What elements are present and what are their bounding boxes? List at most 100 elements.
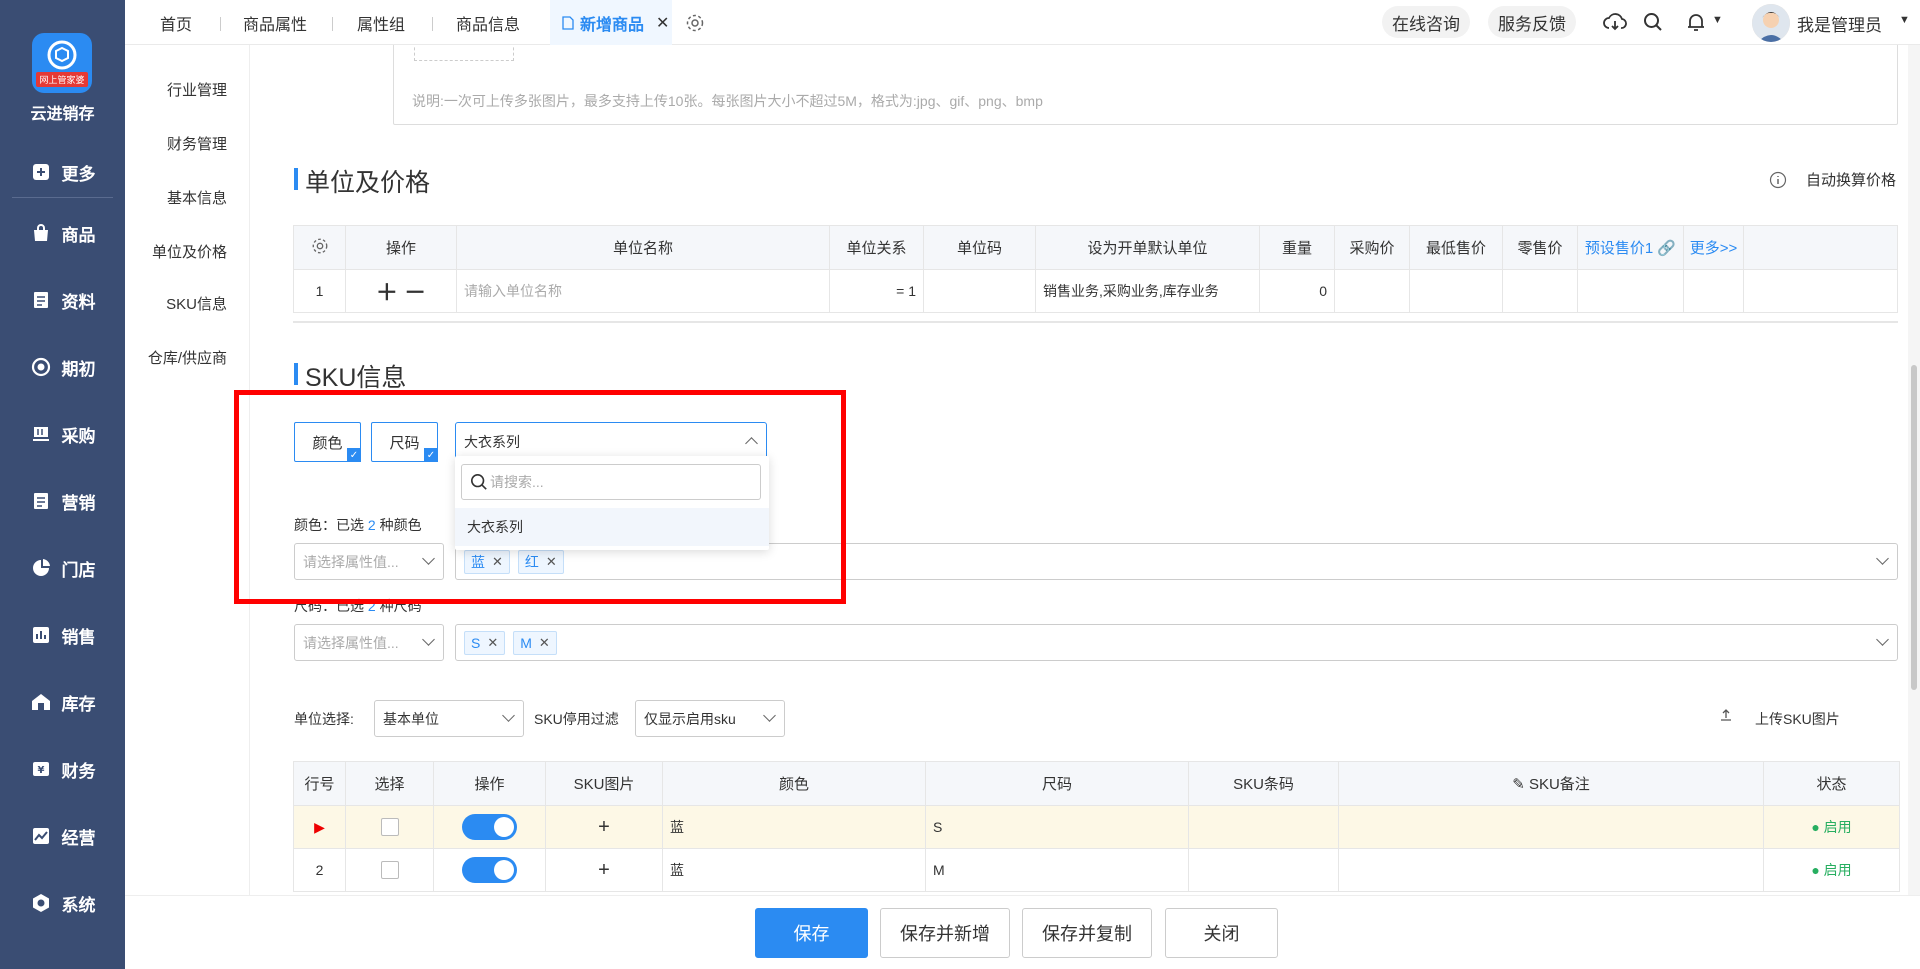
col-preset-price-link[interactable]: 预设售价1 🔗 <box>1577 225 1684 270</box>
submenu-item-0[interactable]: 行业管理 <box>167 79 227 100</box>
tab-attribute-group[interactable]: 属性组 <box>357 0 405 45</box>
size-tags-field[interactable]: S ✕ M ✕ <box>455 624 1898 661</box>
table-scrollbar[interactable] <box>293 321 1898 323</box>
upload-icon[interactable] <box>1719 708 1733 722</box>
submenu-item-1[interactable]: 财务管理 <box>167 133 227 154</box>
search-icon[interactable] <box>1643 12 1663 32</box>
purchase-price-cell[interactable] <box>1334 269 1410 313</box>
chevron-down-icon[interactable]: ▼ <box>1712 14 1723 26</box>
upload-slot[interactable] <box>414 45 514 61</box>
add-sku-image-button[interactable]: + <box>545 805 663 849</box>
sidebar-item-11[interactable]: 系统 <box>0 883 125 923</box>
sidebar-item-label: 门店 <box>61 560 96 580</box>
image-upload-area: 说明:一次可上传多张图片，最多支持上传10张。每张图片大小不超过5M，格式为:j… <box>393 45 1898 125</box>
warehouse-icon <box>30 691 52 713</box>
sku-filter-select[interactable]: 仅显示启用sku <box>635 700 785 737</box>
page-scrollbar[interactable] <box>1908 45 1920 895</box>
remove-tag-icon[interactable]: ✕ <box>487 635 498 651</box>
bell-icon[interactable] <box>1685 11 1707 33</box>
preset-price-cell[interactable] <box>1577 269 1684 313</box>
settings-icon[interactable] <box>311 237 329 255</box>
add-sku-image-button[interactable]: + <box>545 848 663 892</box>
barcode-cell[interactable] <box>1188 805 1339 849</box>
unit-code-cell[interactable] <box>923 269 1036 313</box>
close-button[interactable]: 关闭 <box>1165 908 1278 958</box>
info-icon[interactable] <box>1769 171 1787 189</box>
more-cell <box>1683 269 1744 313</box>
remove-tag-icon[interactable]: ✕ <box>546 554 557 570</box>
tab-new-product[interactable]: 新增商品 ✕ <box>550 0 672 45</box>
remove-row-icon[interactable]: － <box>404 280 426 305</box>
sidebar-divider <box>12 197 113 198</box>
avatar[interactable] <box>1752 4 1790 42</box>
sidebar-item-9[interactable]: ¥ 财务 <box>0 749 125 789</box>
sidebar-item-3[interactable]: 期初 <box>0 347 125 387</box>
tab-product-info[interactable]: 商品信息 <box>456 0 520 45</box>
table-row[interactable]: 2 + 蓝 M ● 启用 <box>293 848 1900 892</box>
sidebar-item-7[interactable]: 销售 <box>0 615 125 655</box>
remark-cell[interactable] <box>1338 848 1764 892</box>
add-row-icon[interactable]: ＋ <box>376 280 398 305</box>
row-checkbox[interactable] <box>380 861 399 880</box>
cloud-download-icon[interactable] <box>1603 11 1627 33</box>
table-row[interactable]: ▶ + 蓝 S ● 启用 <box>293 805 1900 849</box>
sidebar-item-2[interactable]: 资料 <box>0 280 125 320</box>
remove-tag-icon[interactable]: ✕ <box>492 554 503 570</box>
color-attr-select[interactable]: 请选择属性值... <box>294 543 444 580</box>
default-unit-cell[interactable]: 销售业务,采购业务,库存业务 <box>1035 269 1260 313</box>
chevron-down-icon <box>502 709 515 722</box>
user-menu-chevron-icon[interactable]: ▼ <box>1899 14 1910 26</box>
tab-home[interactable]: 首页 <box>160 0 192 45</box>
sidebar-item-6[interactable]: 门店 <box>0 548 125 588</box>
gear-icon[interactable] <box>685 13 705 33</box>
dropdown-search-input[interactable]: 请搜索... <box>461 464 761 500</box>
color-label-prefix: 颜色：已选 <box>294 517 364 533</box>
dropdown-option[interactable]: 大衣系列 <box>455 508 769 546</box>
column-settings[interactable] <box>293 225 346 270</box>
sidebar-item-8[interactable]: 库存 <box>0 682 125 722</box>
enable-toggle[interactable] <box>462 857 517 883</box>
weight-cell[interactable]: 0 <box>1259 269 1335 313</box>
remark-cell[interactable] <box>1338 805 1764 849</box>
tab-product-attributes[interactable]: 商品属性 <box>243 0 307 45</box>
size-tag-s: S ✕ <box>464 630 506 655</box>
sidebar-item-5[interactable]: 营销 <box>0 481 125 521</box>
sku-section-title: SKU信息 <box>293 358 406 394</box>
unit-name-input[interactable]: 请输入单位名称 <box>456 269 830 313</box>
col-unit-code: 单位码 <box>923 225 1036 270</box>
save-and-new-button[interactable]: 保存并新增 <box>880 908 1010 958</box>
sidebar-item-0[interactable]: 更多 <box>0 152 125 192</box>
attr-chip-size[interactable]: 尺码 ✓ <box>371 422 438 462</box>
barcode-cell[interactable] <box>1188 848 1339 892</box>
attr-chip-color[interactable]: 颜色 ✓ <box>294 422 361 462</box>
save-and-copy-button[interactable]: 保存并复制 <box>1022 908 1152 958</box>
app-logo[interactable]: 网上管家婆 <box>32 33 92 93</box>
sidebar-item-1[interactable]: 商品 <box>0 213 125 253</box>
upload-sku-image-button[interactable]: 上传SKU图片 <box>1755 709 1840 729</box>
chevron-down-icon <box>422 633 435 646</box>
row-checkbox[interactable] <box>380 818 399 837</box>
user-name[interactable]: 我是管理员 <box>1797 11 1882 36</box>
sidebar-item-10[interactable]: 经营 <box>0 816 125 856</box>
submenu-item-3[interactable]: 单位及价格 <box>152 241 227 262</box>
size-attr-select[interactable]: 请选择属性值... <box>294 624 444 661</box>
scrollbar-thumb[interactable] <box>1911 365 1917 690</box>
service-feedback-button[interactable]: 服务反馈 <box>1488 6 1576 38</box>
online-consult-button[interactable]: 在线咨询 <box>1382 6 1470 38</box>
pie-icon <box>30 557 52 579</box>
unit-select[interactable]: 基本单位 <box>374 700 524 737</box>
remove-tag-icon[interactable]: ✕ <box>539 635 550 651</box>
enable-toggle[interactable] <box>462 814 517 840</box>
save-button[interactable]: 保存 <box>755 908 868 958</box>
size-selected-label: 尺码：已选 2 种尺码 <box>294 596 422 616</box>
submenu-item-5[interactable]: 仓库/供应商 <box>148 347 227 368</box>
close-tab-icon[interactable]: ✕ <box>656 13 669 33</box>
sidebar-item-4[interactable]: 采购 <box>0 414 125 454</box>
retail-price-cell[interactable] <box>1502 269 1578 313</box>
submenu-item-2[interactable]: 基本信息 <box>167 187 227 208</box>
more-columns-link[interactable]: 更多>> <box>1683 225 1744 270</box>
sidebar-item-label: 营销 <box>61 493 96 513</box>
min-price-cell[interactable] <box>1409 269 1503 313</box>
auto-convert-price-label[interactable]: 自动换算价格 <box>1806 169 1896 190</box>
submenu-item-4[interactable]: SKU信息 <box>166 293 227 314</box>
